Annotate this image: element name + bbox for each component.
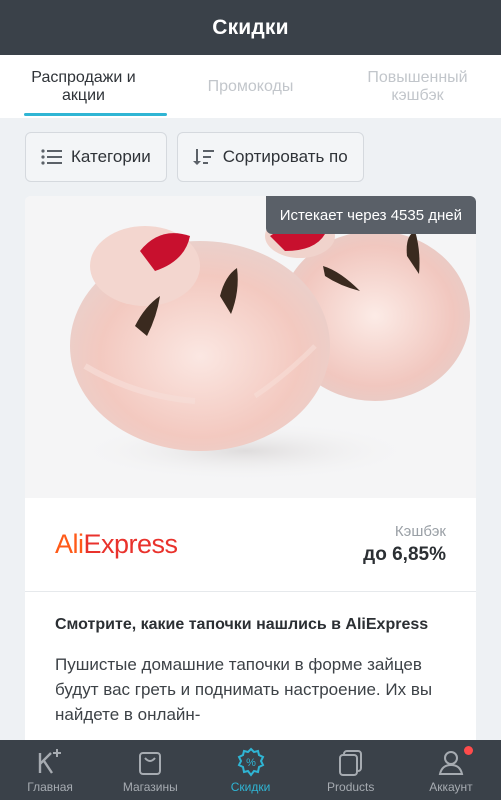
nav-stores[interactable]: Магазины [100, 740, 200, 800]
tab-increased-cashback[interactable]: Повышенный кэшбэк [334, 55, 501, 118]
discount-badge-icon: % [236, 747, 266, 777]
sort-button[interactable]: Сортировать по [176, 132, 364, 182]
tab-promo-codes[interactable]: Промокоды [167, 55, 334, 118]
cashback-value: до 6,85% [363, 544, 446, 565]
fluffy-slippers-image [25, 196, 476, 498]
top-app-bar: Скидки [0, 0, 501, 55]
svg-text:%: % [246, 757, 256, 769]
account-icon [436, 747, 466, 777]
shopping-bag-icon [135, 747, 165, 777]
nav-account[interactable]: Аккаунт [401, 740, 501, 800]
deals-tabs: Распродажи и акции Промокоды Повышенный … [0, 55, 501, 118]
nav-home-label: Главная [27, 780, 73, 794]
deal-image[interactable]: Истекает через 4535 дней [25, 196, 476, 498]
page-title: Скидки [212, 15, 289, 39]
home-k-icon [35, 747, 65, 777]
sort-icon [192, 148, 215, 166]
nav-stores-label: Магазины [122, 780, 178, 794]
aliexpress-logo: AliExpress [55, 529, 178, 559]
deal-card[interactable]: Истекает через 4535 дней AliExpress Кэшб… [25, 196, 476, 756]
nav-discounts[interactable]: % Скидки [200, 740, 300, 800]
list-icon [41, 148, 63, 166]
notification-dot [464, 746, 474, 755]
sort-label: Сортировать по [222, 147, 348, 166]
categories-label: Категории [71, 147, 151, 166]
nav-products[interactable]: Products [301, 740, 401, 800]
cashback-info: Кэшбэк до 6,85% [363, 523, 446, 566]
products-icon [336, 747, 366, 777]
categories-button[interactable]: Категории [25, 132, 167, 182]
nav-products-label: Products [327, 780, 375, 794]
filter-bar: Категории Сортировать по [0, 118, 501, 196]
store-row: AliExpress Кэшбэк до 6,85% [25, 498, 476, 592]
nav-home[interactable]: Главная [0, 740, 100, 800]
tab-sales-and-promotions[interactable]: Распродажи и акции [0, 55, 167, 118]
cashback-label: Кэшбэк [394, 523, 446, 540]
nav-discounts-label: Скидки [230, 780, 271, 794]
deal-title: Смотрите, какие тапочки нашлись в AliExp… [55, 616, 429, 633]
expiration-badge: Истекает через 4535 дней [265, 196, 476, 234]
nav-account-label: Аккаунт [429, 780, 473, 794]
bottom-navigation: Главная Магазины % Скидки Products Аккау… [0, 740, 501, 800]
deal-body: Смотрите, какие тапочки нашлись в AliExp… [25, 592, 476, 727]
deal-description: Пушистые домашние тапочки в форме зайцев… [55, 655, 433, 724]
